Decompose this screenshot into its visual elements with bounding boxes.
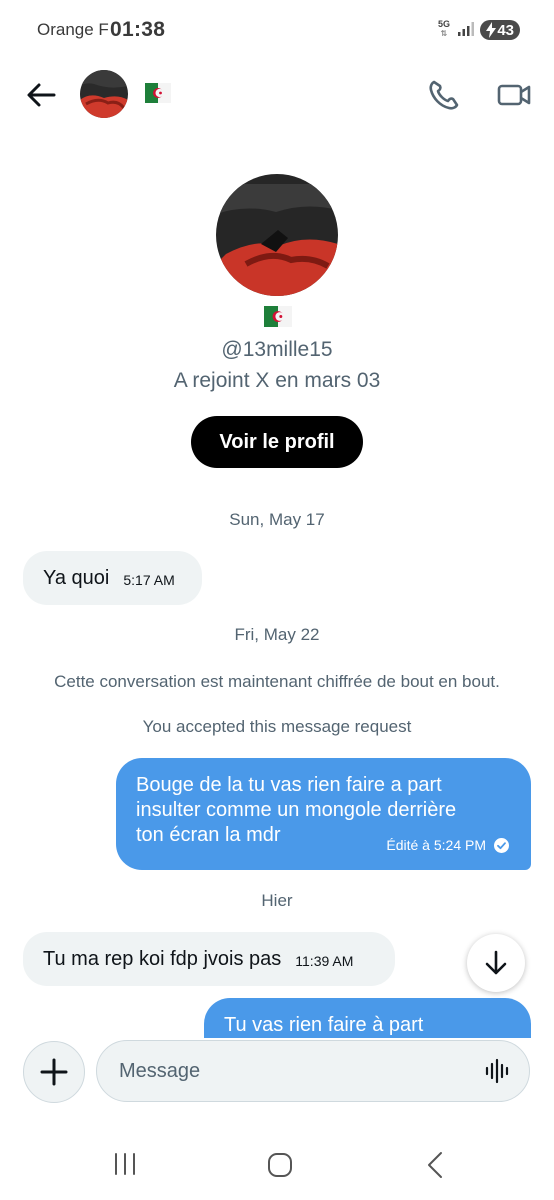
data-arrows-icon: ⇅ bbox=[440, 29, 448, 38]
arrow-down-icon bbox=[485, 950, 507, 975]
add-attachment-button[interactable] bbox=[23, 1041, 85, 1103]
message-input[interactable] bbox=[96, 1040, 530, 1102]
message-line: Bouge de la tu vas rien faire a part bbox=[136, 774, 442, 796]
algeria-flag-icon bbox=[145, 83, 171, 103]
request-accepted-notice: You accepted this message request bbox=[142, 717, 412, 736]
date-separator: Fri, May 22 bbox=[234, 625, 320, 644]
message-line: insulter comme un mongole derrière bbox=[136, 799, 457, 821]
sent-message-partial[interactable]: Tu vas rien faire à part bbox=[204, 998, 531, 1038]
message-text: Ya quoi bbox=[43, 566, 110, 589]
battery-indicator: 43 bbox=[480, 20, 520, 40]
conversation-header bbox=[0, 60, 554, 130]
network-type-label: 5G bbox=[437, 19, 450, 29]
scroll-to-bottom-button[interactable] bbox=[467, 934, 525, 992]
recent-apps-icon[interactable] bbox=[112, 1152, 138, 1176]
date-separator: Sun, May 17 bbox=[229, 510, 325, 529]
received-message[interactable]: Tu ma rep koi fdp jvois pas 11:39 AM bbox=[23, 932, 395, 986]
message-time: 5:17 AM bbox=[123, 572, 175, 588]
back-arrow-icon[interactable] bbox=[24, 78, 58, 112]
read-check-icon bbox=[494, 837, 509, 853]
status-clock: 01:38 bbox=[110, 18, 166, 41]
video-camera-icon[interactable] bbox=[496, 78, 532, 112]
profile-handle: @13mille15 bbox=[221, 338, 333, 361]
battery-level: 43 bbox=[497, 21, 514, 39]
plus-icon bbox=[40, 1058, 68, 1086]
avatar-image bbox=[80, 70, 128, 118]
signal-icon bbox=[458, 22, 474, 36]
system-navigation-bar bbox=[0, 1130, 554, 1200]
view-profile-button[interactable]: Voir le profil bbox=[191, 416, 363, 468]
encryption-notice: Cette conversation est maintenant chiffr… bbox=[54, 672, 500, 691]
carrier-label: Orange F bbox=[37, 20, 109, 39]
sent-message[interactable]: Bouge de la tu vas rien faire a part ins… bbox=[116, 758, 531, 870]
message-time: 11:39 AM bbox=[295, 953, 354, 969]
message-meta: Édité à 5:24 PM bbox=[386, 837, 509, 853]
algeria-flag-icon bbox=[264, 306, 292, 327]
date-separator: Hier bbox=[261, 891, 293, 910]
phone-call-icon[interactable] bbox=[427, 78, 461, 112]
received-message[interactable]: Ya quoi 5:17 AM bbox=[23, 551, 202, 605]
charging-bolt-icon bbox=[486, 22, 496, 38]
home-icon[interactable] bbox=[267, 1152, 293, 1178]
voice-message-icon[interactable] bbox=[484, 1058, 512, 1084]
profile-avatar[interactable] bbox=[216, 174, 338, 296]
network-indicator: 5G ⇅ bbox=[437, 19, 451, 39]
message-text: Tu vas rien faire à part bbox=[224, 1014, 424, 1036]
status-bar: Orange F 01:38 5G ⇅ 43 bbox=[0, 0, 554, 60]
back-nav-icon[interactable] bbox=[424, 1151, 446, 1179]
profile-avatar-image bbox=[216, 174, 338, 296]
message-composer bbox=[0, 1038, 554, 1110]
avatar[interactable] bbox=[80, 70, 128, 118]
edited-time: Édité à 5:24 PM bbox=[386, 837, 486, 853]
message-text: Tu ma rep koi fdp jvois pas bbox=[43, 947, 282, 970]
profile-joined-date: A rejoint X en mars 03 bbox=[173, 369, 381, 392]
